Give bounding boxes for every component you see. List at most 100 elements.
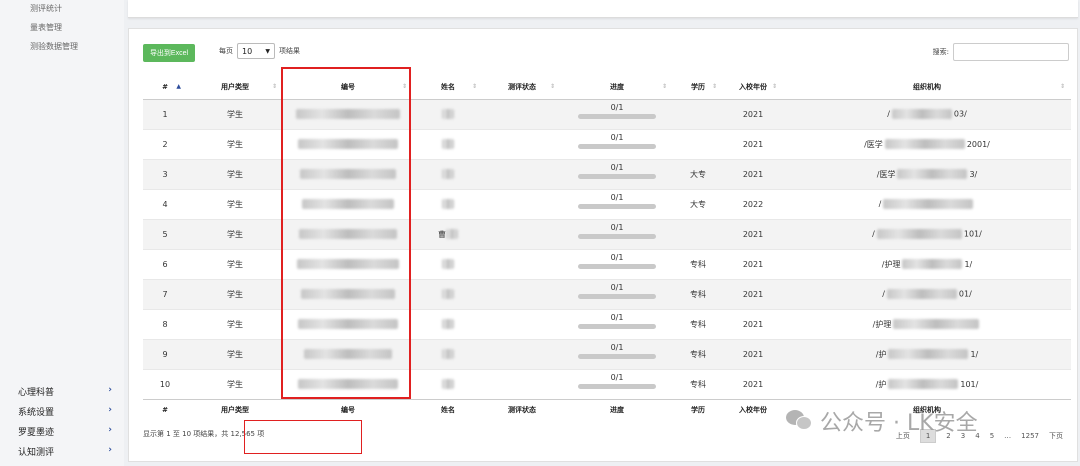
sidebar-item-test-data[interactable]: 测验数据管理: [30, 41, 78, 52]
cell-user-type: 学生: [187, 248, 283, 279]
sort-icon: ⇕: [549, 83, 555, 90]
sidebar-item-label: 认知测评: [18, 448, 55, 458]
progress-bar: [578, 204, 656, 209]
cell-user-type: 学生: [187, 128, 283, 159]
page-button[interactable]: 5: [990, 432, 994, 440]
cell-index: 7: [143, 278, 187, 309]
col-header-org[interactable]: 组织机构 ⇕: [783, 76, 1071, 100]
highlight-id-column: [281, 67, 411, 399]
per-page-prefix: 每页: [219, 47, 233, 55]
org-start: /: [872, 229, 875, 239]
org-end: 3/: [969, 169, 978, 179]
cell-education: 专科: [673, 308, 723, 339]
cell-name: [413, 338, 483, 369]
org-start: /医学: [864, 139, 883, 149]
export-excel-button[interactable]: 导出到Excel: [143, 44, 195, 62]
cell-org: /护理: [783, 308, 1071, 339]
page-button[interactable]: 下页: [1049, 431, 1063, 441]
progress-text: 0/1: [610, 343, 624, 352]
cell-progress: 0/1: [561, 188, 673, 219]
per-page-select[interactable]: 10 ▼: [237, 43, 275, 59]
footer-col-status: 测评状态: [483, 398, 561, 421]
page-button[interactable]: 1257: [1021, 432, 1039, 440]
cell-progress: 0/1: [561, 158, 673, 189]
cell-org: /护理 1/: [783, 248, 1071, 279]
org-end: 101/: [960, 379, 979, 389]
chevron-right-icon: ›: [108, 445, 112, 455]
cell-index: 3: [143, 158, 187, 189]
sort-asc-icon: ▲: [176, 83, 181, 90]
col-header-year[interactable]: 入校年份 ⇕: [723, 76, 783, 100]
progress-bar: [578, 114, 656, 119]
cell-year: 2021: [723, 158, 783, 189]
cell-index: 2: [143, 128, 187, 159]
cell-name: [413, 308, 483, 339]
highlight-total-count: [244, 420, 362, 454]
sidebar-item-label: 心理科普: [18, 388, 55, 398]
chevron-right-icon: ›: [108, 385, 112, 395]
col-header-name[interactable]: 姓名 ⇕: [413, 76, 483, 100]
col-header-education[interactable]: 学历 ⇕: [673, 76, 723, 100]
col-label: 进度: [610, 83, 624, 92]
sidebar-item-rorschach[interactable]: 罗夏墨迹 ›: [18, 425, 118, 438]
top-panel: [128, 0, 1078, 18]
cell-name: [413, 248, 483, 279]
sidebar-item-stats[interactable]: 测评统计: [30, 3, 62, 14]
col-label: 组织机构: [913, 83, 941, 92]
cell-progress: 0/1: [561, 308, 673, 339]
page-length-control: 每页 10 ▼ 项结果: [219, 43, 300, 59]
sidebar-item-scales[interactable]: 量表管理: [30, 22, 62, 33]
cell-org: /医学 2001/: [783, 128, 1071, 159]
cell-education: [673, 218, 723, 249]
cell-status: [483, 278, 561, 309]
progress-text: 0/1: [610, 193, 624, 202]
sort-icon: ⇕: [471, 83, 477, 90]
cell-progress: 0/1: [561, 98, 673, 129]
cell-progress: 0/1: [561, 128, 673, 159]
sidebar-item-cognitive[interactable]: 认知测评 ›: [18, 445, 118, 458]
cell-status: [483, 368, 561, 399]
cell-name: [413, 368, 483, 399]
cell-index: 10: [143, 368, 187, 399]
sidebar-item-settings[interactable]: 系统设置 ›: [18, 405, 118, 418]
col-header-user-type[interactable]: 用户类型 ⇕: [187, 76, 283, 100]
cell-user-type: 学生: [187, 188, 283, 219]
chevron-right-icon: ›: [108, 405, 112, 415]
progress-text: 0/1: [610, 133, 624, 142]
cell-education: 专科: [673, 338, 723, 369]
footer-col-education: 学历: [673, 398, 723, 421]
cell-org: / 03/: [783, 98, 1071, 129]
sidebar-item-psych-science[interactable]: 心理科普 ›: [18, 385, 118, 398]
cell-name: [413, 188, 483, 219]
progress-bar: [578, 264, 656, 269]
sort-icon: ⇕: [661, 83, 667, 90]
chevron-right-icon: ›: [108, 425, 112, 435]
cell-progress: 0/1: [561, 278, 673, 309]
progress-bar: [578, 384, 656, 389]
cell-name: [413, 98, 483, 129]
org-end: 1/: [964, 259, 973, 269]
col-header-index[interactable]: # ▲: [143, 76, 187, 100]
cell-org: /护 1/: [783, 338, 1071, 369]
search-input[interactable]: [953, 43, 1069, 61]
footer-col-progress: 进度: [561, 398, 673, 421]
cell-year: 2021: [723, 368, 783, 399]
col-label: 学历: [691, 83, 705, 92]
org-start: /护: [875, 379, 887, 389]
cell-org: / 101/: [783, 218, 1071, 249]
cell-index: 5: [143, 218, 187, 249]
progress-text: 0/1: [610, 103, 624, 112]
cell-year: 2021: [723, 248, 783, 279]
col-header-status[interactable]: 测评状态 ⇕: [483, 76, 561, 100]
sidebar-item-label: 系统设置: [18, 408, 55, 418]
org-start: /护理: [872, 319, 892, 329]
col-label: #: [162, 83, 168, 92]
col-header-progress[interactable]: 进度 ⇕: [561, 76, 673, 100]
cell-education: 专科: [673, 248, 723, 279]
cell-user-type: 学生: [187, 158, 283, 189]
cell-year: 2022: [723, 188, 783, 219]
page-button[interactable]: …: [1004, 432, 1011, 440]
cell-status: [483, 338, 561, 369]
cell-status: [483, 128, 561, 159]
cell-index: 6: [143, 248, 187, 279]
